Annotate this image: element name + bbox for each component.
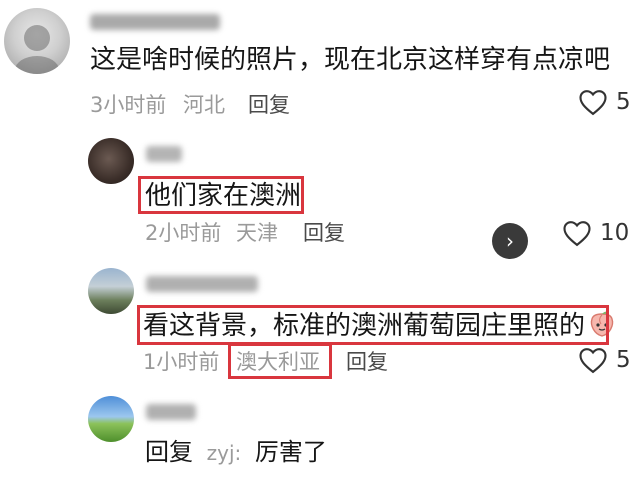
chevron-right-icon[interactable]: › xyxy=(492,223,528,259)
reply-button[interactable]: 回复 xyxy=(303,220,345,246)
heart-outline-icon xyxy=(579,90,607,116)
comment-location: 河北 xyxy=(183,93,225,117)
comment-time: 2小时前 xyxy=(145,221,222,245)
mention[interactable]: zyj: xyxy=(207,441,242,465)
highlight-box xyxy=(137,305,609,345)
username[interactable] xyxy=(146,276,258,292)
avatar[interactable] xyxy=(4,8,70,74)
highlight-box xyxy=(228,343,332,379)
username[interactable] xyxy=(146,146,182,162)
comment-reply-line: 回复 zyj: 厉害了 xyxy=(145,436,327,469)
comment-text: 这是啥时候的照片，现在北京这样穿有点凉吧 xyxy=(90,45,611,75)
heart-outline-icon xyxy=(579,348,607,374)
like-count: 10 xyxy=(600,220,630,246)
comment-text-content: 厉害了 xyxy=(254,438,327,466)
comment-location: 天津 xyxy=(236,221,278,245)
reply-button[interactable]: 回复 xyxy=(346,349,388,375)
avatar[interactable] xyxy=(88,396,134,442)
reply-button[interactable]: 回复 xyxy=(248,92,290,118)
username[interactable] xyxy=(146,404,196,420)
like-button[interactable]: 5 xyxy=(578,88,631,116)
username[interactable] xyxy=(90,14,220,30)
comment-time: 3小时前 xyxy=(90,93,167,117)
like-count: 5 xyxy=(616,89,631,115)
like-button[interactable]: 10 xyxy=(562,219,629,247)
comment-time: 1小时前 xyxy=(143,350,220,374)
avatar[interactable] xyxy=(88,268,134,314)
like-button[interactable]: 5 xyxy=(578,346,631,374)
like-count: 5 xyxy=(616,347,631,373)
avatar[interactable] xyxy=(88,138,134,184)
reply-prefix: 回复 xyxy=(145,438,193,466)
highlight-box xyxy=(138,176,304,214)
heart-outline-icon xyxy=(563,221,591,247)
